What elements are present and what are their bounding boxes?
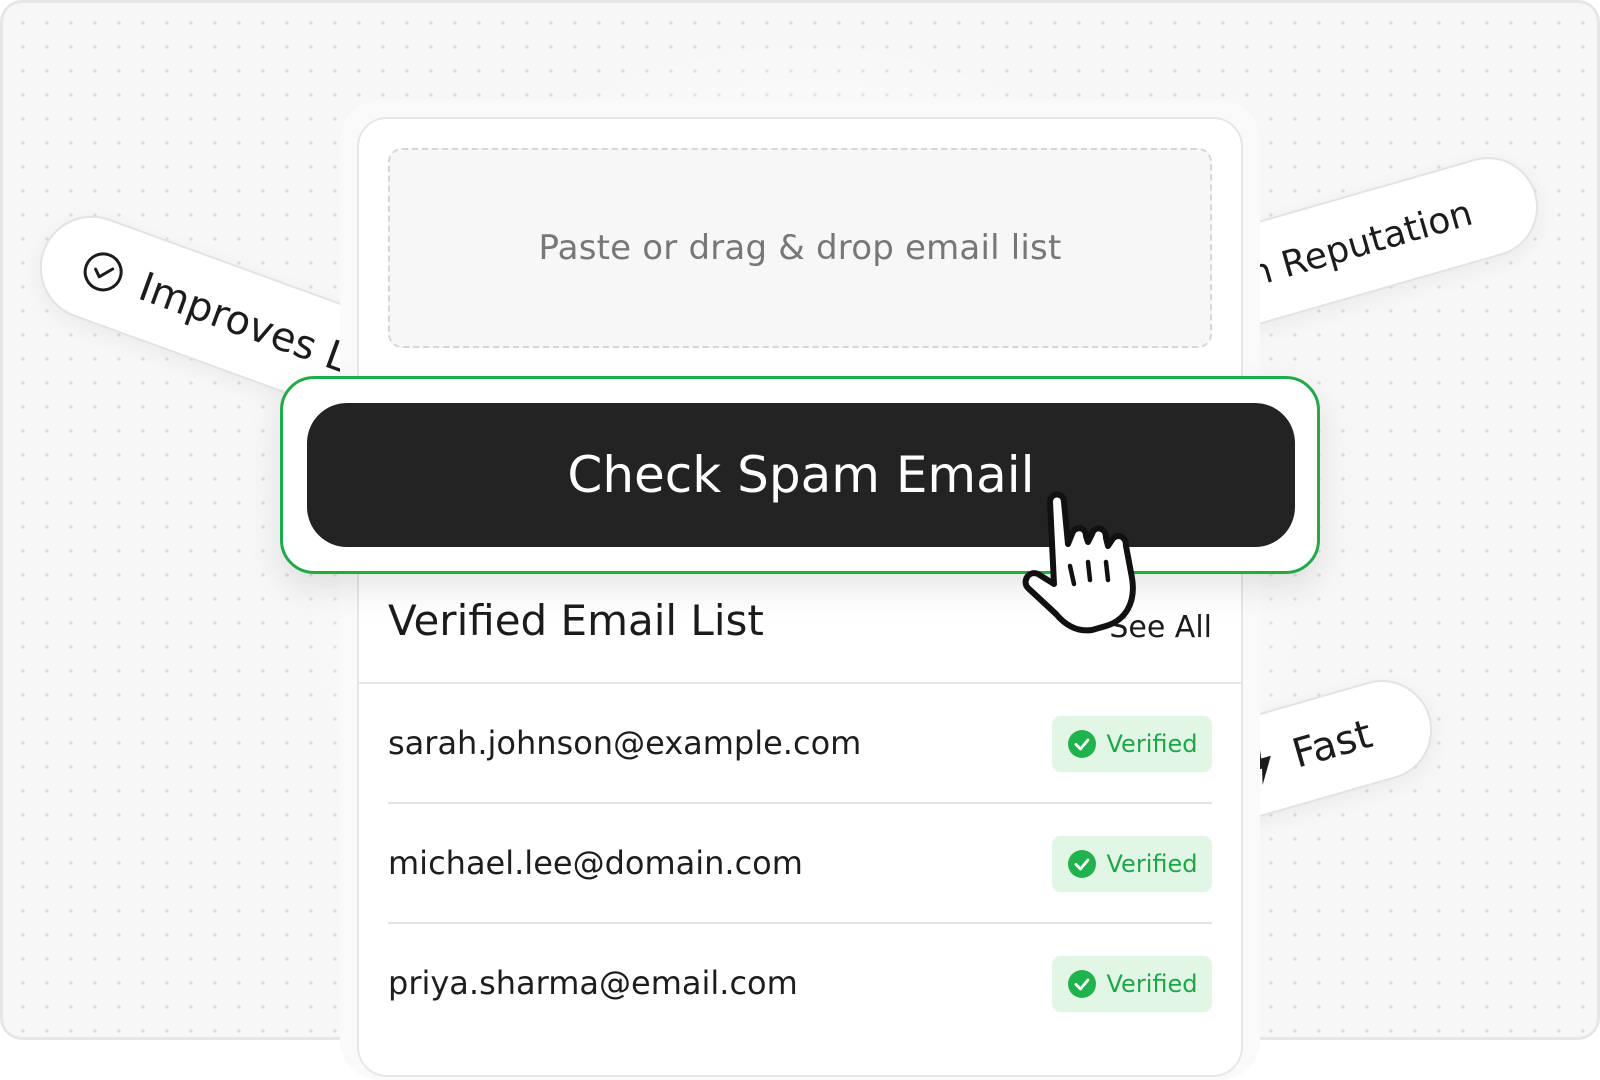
status-badge: Verified: [1052, 836, 1212, 892]
check-circle-filled-icon: [1067, 849, 1097, 879]
hand-pointer-icon: [1020, 488, 1160, 638]
list-item: priya.sharma@email.com Verified: [388, 924, 1212, 1044]
check-circle-filled-icon: [1067, 969, 1097, 999]
list-item: michael.lee@domain.com Verified: [388, 804, 1212, 924]
email-dropzone[interactable]: Paste or drag & drop email list: [388, 148, 1212, 348]
check-circle-filled-icon: [1067, 729, 1097, 759]
status-label: Verified: [1106, 970, 1198, 998]
email-address: priya.sharma@email.com: [388, 964, 798, 1002]
check-button-highlight: Check Spam Email: [280, 376, 1320, 574]
list-item: sarah.johnson@example.com Verified: [388, 684, 1212, 804]
status-badge: Verified: [1052, 956, 1212, 1012]
list-title: Verified Email List: [388, 596, 764, 645]
check-circle-icon: [75, 244, 131, 300]
feature-pill-label: Fast: [1287, 711, 1378, 778]
email-address: michael.lee@domain.com: [388, 844, 803, 882]
dropzone-placeholder: Paste or drag & drop email list: [538, 228, 1062, 268]
status-label: Verified: [1106, 850, 1198, 878]
status-badge: Verified: [1052, 716, 1212, 772]
status-label: Verified: [1106, 730, 1198, 758]
email-address: sarah.johnson@example.com: [388, 724, 862, 762]
